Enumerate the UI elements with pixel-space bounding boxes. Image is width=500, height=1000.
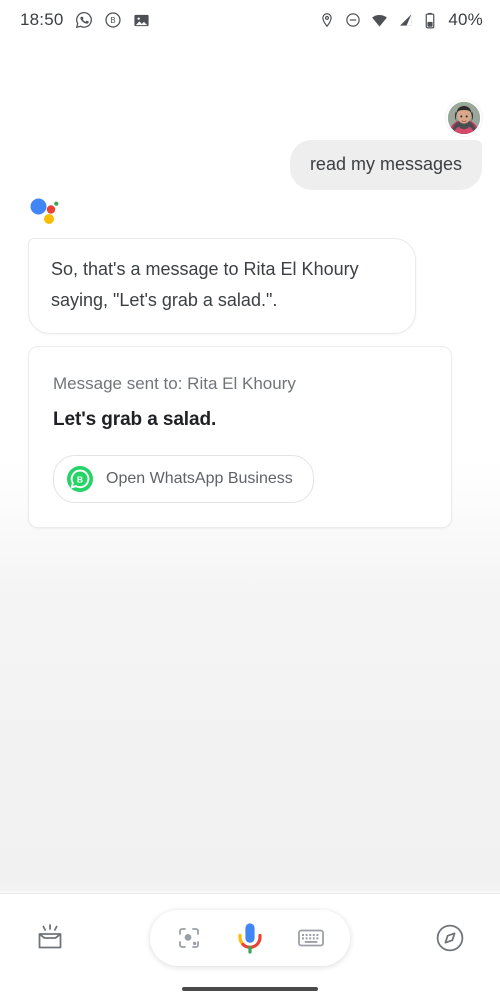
open-whatsapp-business-label: Open WhatsApp Business: [106, 470, 293, 487]
message-sent-card[interactable]: Message sent to: Rita El Khoury Let's gr…: [28, 346, 452, 528]
battery-icon: [426, 12, 435, 28]
whatsapp-business-icon: B: [104, 12, 121, 28]
user-avatar[interactable]: [446, 100, 482, 136]
wifi-icon: [372, 14, 388, 27]
assistant-message-text: So, that's a message to Rita El Khoury s…: [51, 259, 359, 310]
assistant-screen: 18:50 B 40% read my messages So, that's …: [0, 0, 500, 1000]
status-bar-left: 18:50 B: [20, 10, 150, 30]
google-mic-icon: [238, 923, 262, 954]
keyboard-icon: [298, 929, 325, 947]
photo-icon: [133, 14, 149, 26]
whatsapp-business-icon: B: [67, 466, 93, 492]
cellular-signal-icon: [400, 14, 412, 26]
google-lens-icon: [178, 928, 199, 948]
google-assistant-logo: [30, 198, 59, 224]
status-bar-right: 40%: [319, 10, 483, 30]
svg-text:B: B: [77, 474, 83, 484]
snapshot-button[interactable]: [22, 910, 78, 966]
open-whatsapp-business-button[interactable]: B Open WhatsApp Business: [53, 455, 314, 503]
battery-percent-label: 40%: [448, 10, 483, 29]
conversation-area: read my messages So, that's a message to…: [0, 40, 500, 893]
do-not-disturb-icon: [346, 13, 361, 27]
snapshot-icon: [38, 924, 62, 949]
user-message-bubble: read my messages: [289, 140, 482, 190]
status-bar-clock: 18:50: [20, 10, 64, 29]
message-body-text: Let's grab a salad.: [53, 409, 217, 430]
assistant-input-pill: [150, 910, 350, 966]
compass-explore-icon: [436, 924, 464, 952]
keyboard-button[interactable]: [287, 914, 335, 962]
location-pin-icon: [322, 13, 333, 28]
user-message-text: read my messages: [309, 154, 462, 174]
whatsapp-icon: [75, 12, 92, 29]
status-bar: 18:50 B 40%: [0, 0, 500, 40]
svg-text:B: B: [110, 16, 115, 25]
assistant-bottom-bar: [0, 893, 500, 1000]
assistant-message-bubble: So, that's a message to Rita El Khoury s…: [28, 238, 416, 334]
explore-button[interactable]: [422, 910, 478, 966]
lens-button[interactable]: [165, 914, 213, 962]
avatar-photo: [448, 102, 480, 134]
mic-button[interactable]: [226, 914, 274, 962]
message-recipient-label: Message sent to: Rita El Khoury: [53, 374, 296, 393]
navigation-handle[interactable]: [182, 987, 318, 991]
